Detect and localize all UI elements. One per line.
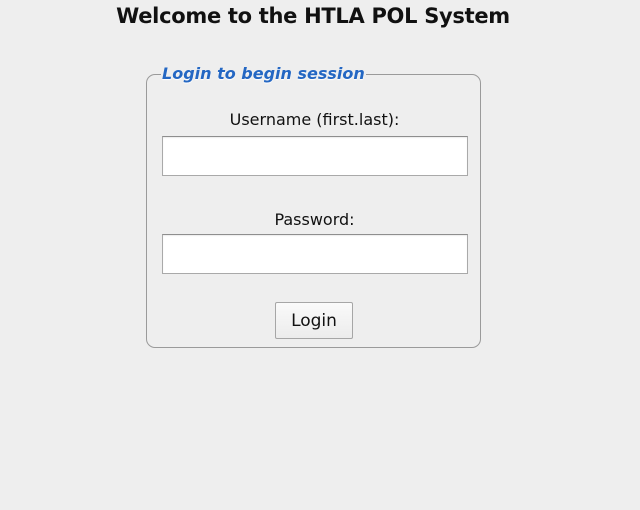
username-label: Username (first.last): <box>229 110 400 129</box>
page-title: Welcome to the HTLA POL System <box>116 4 510 28</box>
username-input[interactable] <box>162 136 468 176</box>
login-legend: Login to begin session <box>162 64 365 83</box>
password-label: Password: <box>274 210 355 229</box>
password-input[interactable] <box>162 234 468 274</box>
login-button[interactable]: Login <box>275 302 353 339</box>
login-form: Login to begin session Username (first.l… <box>146 64 481 348</box>
